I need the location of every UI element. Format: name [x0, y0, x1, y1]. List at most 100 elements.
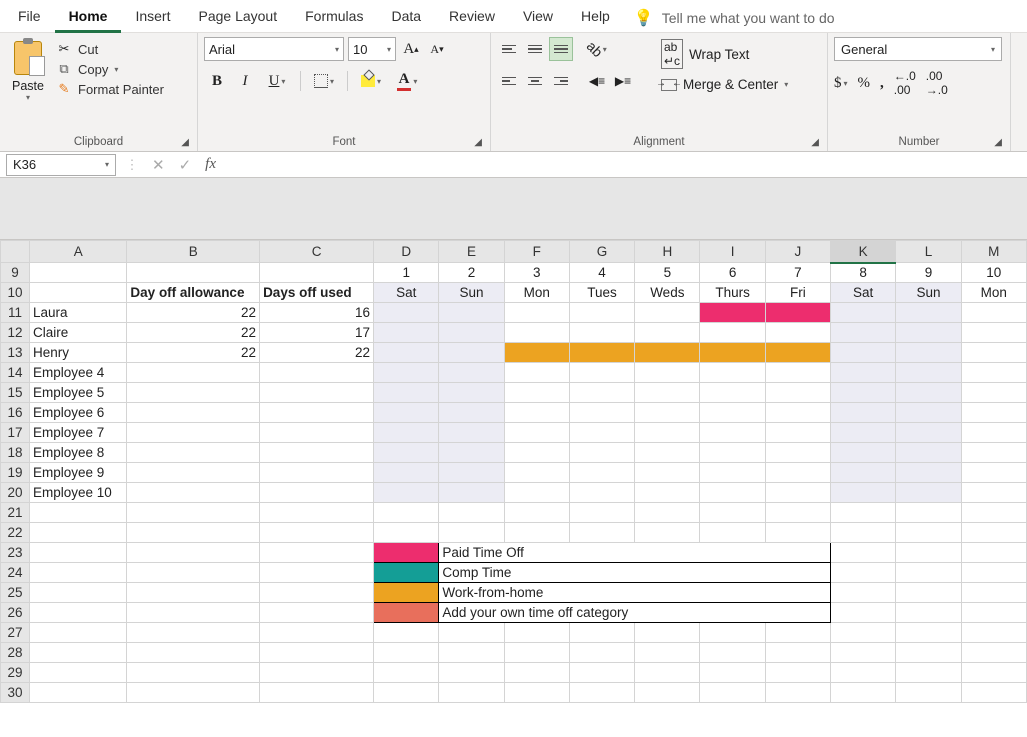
column-header-I[interactable]: I	[700, 241, 765, 263]
cell[interactable]: Days off used	[260, 283, 374, 303]
cell[interactable]	[439, 623, 504, 643]
cell[interactable]	[831, 643, 896, 663]
cell[interactable]	[30, 503, 127, 523]
row-header-20[interactable]: 20	[1, 483, 30, 503]
copy-button[interactable]: ⧉ Copy ▾	[56, 61, 164, 77]
cell[interactable]	[439, 443, 504, 463]
cell[interactable]	[439, 643, 504, 663]
cell[interactable]	[30, 263, 127, 283]
cell[interactable]	[569, 503, 634, 523]
cell[interactable]	[635, 683, 700, 703]
cell[interactable]: 5	[635, 263, 700, 283]
cell[interactable]	[961, 563, 1026, 583]
menu-formulas[interactable]: Formulas	[291, 4, 377, 33]
cell[interactable]	[260, 543, 374, 563]
cell[interactable]	[961, 603, 1026, 623]
cell[interactable]	[635, 303, 700, 323]
decrease-decimal-button[interactable]: .00→.0	[926, 69, 948, 97]
cell[interactable]: 4	[569, 263, 634, 283]
row-header-11[interactable]: 11	[1, 303, 30, 323]
cell[interactable]	[127, 263, 260, 283]
cell[interactable]	[374, 543, 439, 563]
cell[interactable]	[765, 503, 830, 523]
dialog-launcher-icon[interactable]: ◢	[994, 137, 1002, 148]
cell[interactable]	[30, 523, 127, 543]
cell[interactable]	[439, 383, 504, 403]
column-header-H[interactable]: H	[635, 241, 700, 263]
cell[interactable]: Employee 4	[30, 363, 127, 383]
cell[interactable]	[30, 623, 127, 643]
cell[interactable]	[896, 623, 961, 643]
cell[interactable]: 1	[374, 263, 439, 283]
grid[interactable]: ABCDEFGHIJKLM 91234567891010Day off allo…	[0, 240, 1027, 703]
merge-center-button[interactable]: Merge & Center ▾	[661, 77, 821, 92]
cell[interactable]	[700, 523, 765, 543]
cell[interactable]: 8	[831, 263, 896, 283]
cell[interactable]	[831, 503, 896, 523]
cell[interactable]	[961, 443, 1026, 463]
cell[interactable]	[831, 383, 896, 403]
cell[interactable]	[896, 603, 961, 623]
fill-color-button[interactable]: ▾	[354, 69, 388, 93]
cell[interactable]	[831, 663, 896, 683]
column-header-J[interactable]: J	[765, 241, 830, 263]
cell[interactable]	[831, 463, 896, 483]
cell[interactable]	[961, 523, 1026, 543]
cell[interactable]	[127, 643, 260, 663]
cell[interactable]	[831, 563, 896, 583]
cell[interactable]	[961, 483, 1026, 503]
cell[interactable]: 2	[439, 263, 504, 283]
cell[interactable]	[374, 583, 439, 603]
cell[interactable]	[831, 523, 896, 543]
row-header-18[interactable]: 18	[1, 443, 30, 463]
column-header-K[interactable]: K	[831, 241, 896, 263]
cell[interactable]	[896, 343, 961, 363]
row-header-14[interactable]: 14	[1, 363, 30, 383]
row-header-29[interactable]: 29	[1, 663, 30, 683]
dialog-launcher-icon[interactable]: ◢	[474, 137, 482, 148]
cell[interactable]	[635, 323, 700, 343]
cell[interactable]	[569, 383, 634, 403]
cell[interactable]	[700, 483, 765, 503]
cell[interactable]	[127, 363, 260, 383]
cell[interactable]: 7	[765, 263, 830, 283]
cell[interactable]	[374, 363, 439, 383]
cell[interactable]	[635, 423, 700, 443]
cell[interactable]	[127, 383, 260, 403]
cell[interactable]	[127, 423, 260, 443]
cell[interactable]	[127, 483, 260, 503]
paste-button[interactable]: Paste ▾	[6, 37, 50, 102]
increase-decimal-button[interactable]: ←.0.00	[894, 69, 916, 97]
cell[interactable]	[961, 463, 1026, 483]
cell[interactable]: Employee 5	[30, 383, 127, 403]
row-header-21[interactable]: 21	[1, 503, 30, 523]
cell[interactable]: Henry	[30, 343, 127, 363]
cell[interactable]	[504, 663, 569, 683]
cell[interactable]	[127, 463, 260, 483]
cell[interactable]	[439, 463, 504, 483]
cell[interactable]	[260, 463, 374, 483]
cell[interactable]	[30, 283, 127, 303]
fx-icon[interactable]: fx	[205, 156, 216, 174]
cell[interactable]	[260, 263, 374, 283]
percent-format-button[interactable]: %	[858, 75, 871, 92]
increase-font-button[interactable]: A▴	[400, 37, 422, 61]
cell[interactable]	[765, 643, 830, 663]
select-all-corner[interactable]	[1, 241, 30, 263]
align-middle-button[interactable]	[523, 37, 547, 61]
cell[interactable]	[765, 363, 830, 383]
cell[interactable]	[260, 403, 374, 423]
cell[interactable]	[765, 343, 830, 363]
cell[interactable]	[765, 623, 830, 643]
cell[interactable]: Weds	[635, 283, 700, 303]
formula-input[interactable]	[226, 154, 1027, 176]
cell[interactable]	[374, 303, 439, 323]
dialog-launcher-icon[interactable]: ◢	[181, 137, 189, 148]
cell[interactable]	[260, 663, 374, 683]
cell[interactable]	[961, 383, 1026, 403]
cell[interactable]	[127, 443, 260, 463]
cell[interactable]	[961, 363, 1026, 383]
row-header-12[interactable]: 12	[1, 323, 30, 343]
cell[interactable]	[260, 563, 374, 583]
menu-review[interactable]: Review	[435, 4, 509, 33]
